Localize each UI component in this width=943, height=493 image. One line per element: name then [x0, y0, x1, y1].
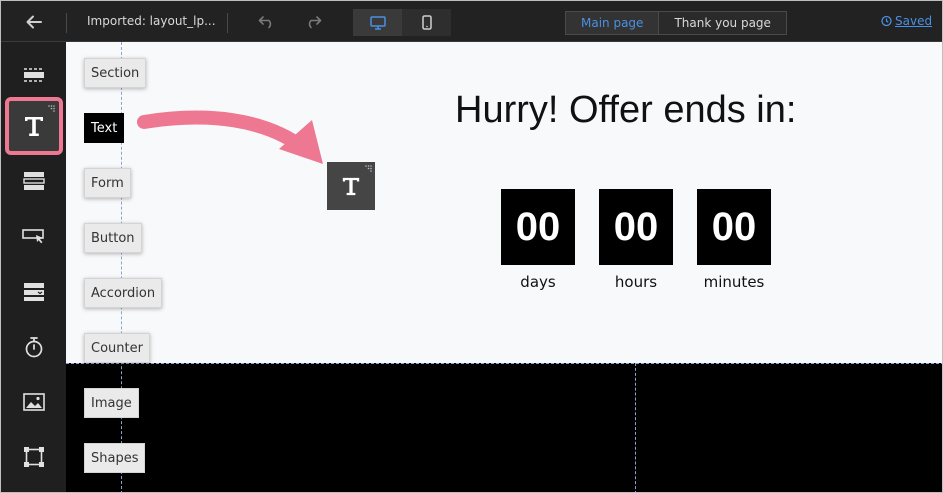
vertical-guide-line: [121, 42, 122, 492]
dragged-text-element[interactable]: [327, 162, 375, 210]
element-rail: [1, 42, 66, 492]
tab-thank-you-page[interactable]: Thank you page: [659, 12, 786, 34]
text-icon: [342, 177, 360, 196]
palette-item-image[interactable]: Image: [84, 388, 139, 418]
tab-main-page[interactable]: Main page: [566, 12, 660, 34]
drag-arrow-icon: [137, 110, 323, 164]
top-toolbar: Imported: layout_lp... Main page Thank y…: [1, 1, 942, 42]
rail-counter-button[interactable]: [9, 322, 59, 372]
rail-section-button[interactable]: [9, 50, 59, 100]
redo-icon: [308, 16, 322, 29]
countdown-hours-label: hours: [614, 273, 658, 291]
device-switcher: [353, 9, 451, 36]
desktop-view-button[interactable]: [353, 9, 402, 36]
vertical-guide-line: [635, 363, 636, 492]
countdown-hours-value[interactable]: 00: [599, 189, 673, 265]
redo-button[interactable]: [302, 12, 324, 32]
undo-button[interactable]: [256, 12, 278, 32]
rail-text-button[interactable]: [5, 97, 63, 155]
arrow-left-icon: [26, 15, 42, 29]
back-button[interactable]: [23, 11, 45, 33]
mobile-view-button[interactable]: [402, 9, 451, 36]
document-title[interactable]: Imported: layout_lp...: [87, 14, 216, 28]
saved-label: Saved: [895, 14, 933, 28]
drag-dots-icon: [365, 165, 372, 172]
palette-item-form[interactable]: Form: [84, 168, 131, 198]
countdown-days-value[interactable]: 00: [501, 189, 575, 265]
countdown-days-label: days: [520, 273, 556, 291]
form-icon: [23, 172, 45, 190]
accordion-icon: [24, 283, 44, 301]
offer-headline[interactable]: Hurry! Offer ends in:: [455, 89, 796, 132]
palette-item-shapes[interactable]: Shapes: [84, 443, 146, 473]
rail-form-button[interactable]: [9, 156, 59, 206]
page-tabs: Main page Thank you page: [565, 11, 787, 35]
countdown-minutes-value[interactable]: 00: [697, 189, 771, 265]
countdown-minutes-label: minutes: [703, 273, 765, 291]
toolbar-divider: [227, 13, 228, 33]
drag-dots-icon: [48, 105, 55, 112]
palette-item-counter[interactable]: Counter: [84, 333, 150, 363]
stopwatch-icon: [25, 337, 43, 358]
button-cursor-icon: [22, 229, 44, 244]
rail-accordion-button[interactable]: [9, 267, 59, 317]
history-icon: [881, 15, 892, 27]
undo-icon: [258, 16, 272, 29]
rail-shapes-button[interactable]: [9, 432, 59, 482]
palette-item-button[interactable]: Button: [84, 223, 142, 253]
shapes-icon: [24, 447, 44, 467]
saved-status-link[interactable]: Saved: [880, 14, 932, 28]
image-icon: [23, 393, 45, 411]
toolbar-divider: [66, 13, 67, 33]
mobile-icon: [421, 15, 432, 30]
rail-button-button[interactable]: [9, 212, 59, 262]
section-icon: [24, 68, 44, 82]
palette-item-accordion[interactable]: Accordion: [84, 278, 163, 308]
desktop-icon: [369, 15, 386, 30]
palette-item-section[interactable]: Section: [84, 58, 147, 88]
text-icon: [25, 117, 43, 136]
editor-window: Imported: layout_lp... Main page Thank y…: [0, 0, 943, 493]
rail-image-button[interactable]: [9, 377, 59, 427]
palette-item-text[interactable]: Text: [84, 113, 125, 143]
dark-page-section[interactable]: [66, 363, 942, 492]
